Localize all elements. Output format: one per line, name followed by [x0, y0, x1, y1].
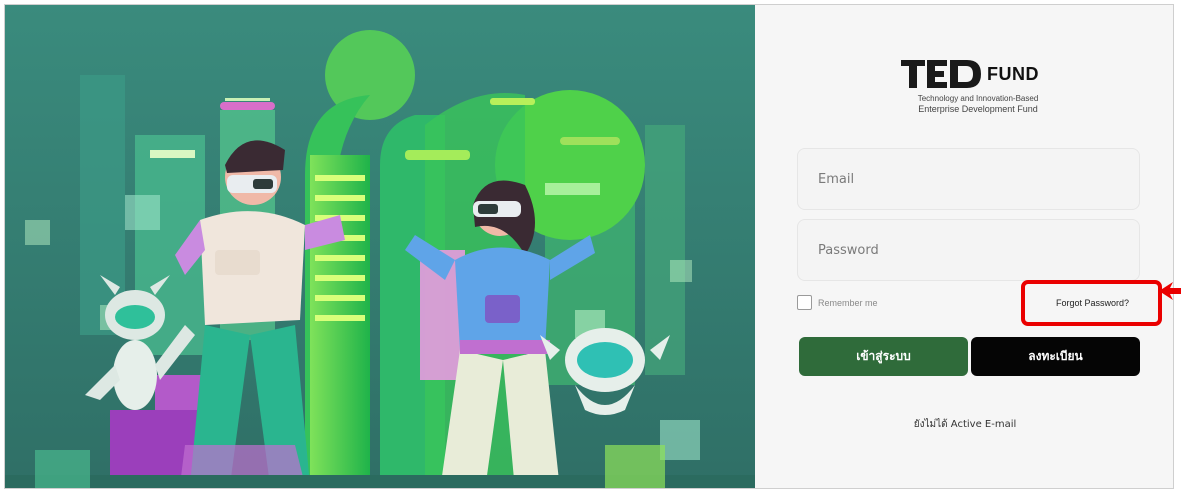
login-panel: FUND Technology and Innovation-Based Ent… — [755, 5, 1173, 488]
remember-me-label: Remember me — [818, 297, 878, 308]
login-page: FUND Technology and Innovation-Based Ent… — [4, 4, 1174, 489]
remember-me-checkbox[interactable] — [797, 295, 812, 310]
email-field-container — [797, 148, 1140, 210]
hero-illustration — [5, 5, 755, 488]
not-active-email-link[interactable]: ยังไม่ได้ Active E-mail — [755, 417, 1173, 432]
forgot-password-highlight: Forgot Password? — [1021, 280, 1162, 326]
forgot-password-link[interactable]: Forgot Password? — [1025, 298, 1160, 308]
ted-fund-logo: FUND Technology and Innovation-Based Ent… — [901, 60, 1051, 120]
register-button[interactable]: ลงทะเบียน — [971, 337, 1140, 376]
annotation-arrow-icon — [1159, 282, 1181, 300]
password-field-container — [797, 219, 1140, 281]
login-button[interactable]: เข้าสู่ระบบ — [799, 337, 968, 376]
brand-tagline-line2: Enterprise Development Fund — [918, 104, 1038, 114]
brand-wordmark: FUND — [987, 64, 1039, 84]
remember-me: Remember me — [797, 295, 878, 310]
email-field[interactable] — [798, 149, 1139, 209]
password-field[interactable] — [798, 220, 1139, 280]
ted-logo-mark-icon — [901, 60, 981, 88]
brand-tagline-line1: Technology and Innovation-Based — [917, 94, 1039, 103]
